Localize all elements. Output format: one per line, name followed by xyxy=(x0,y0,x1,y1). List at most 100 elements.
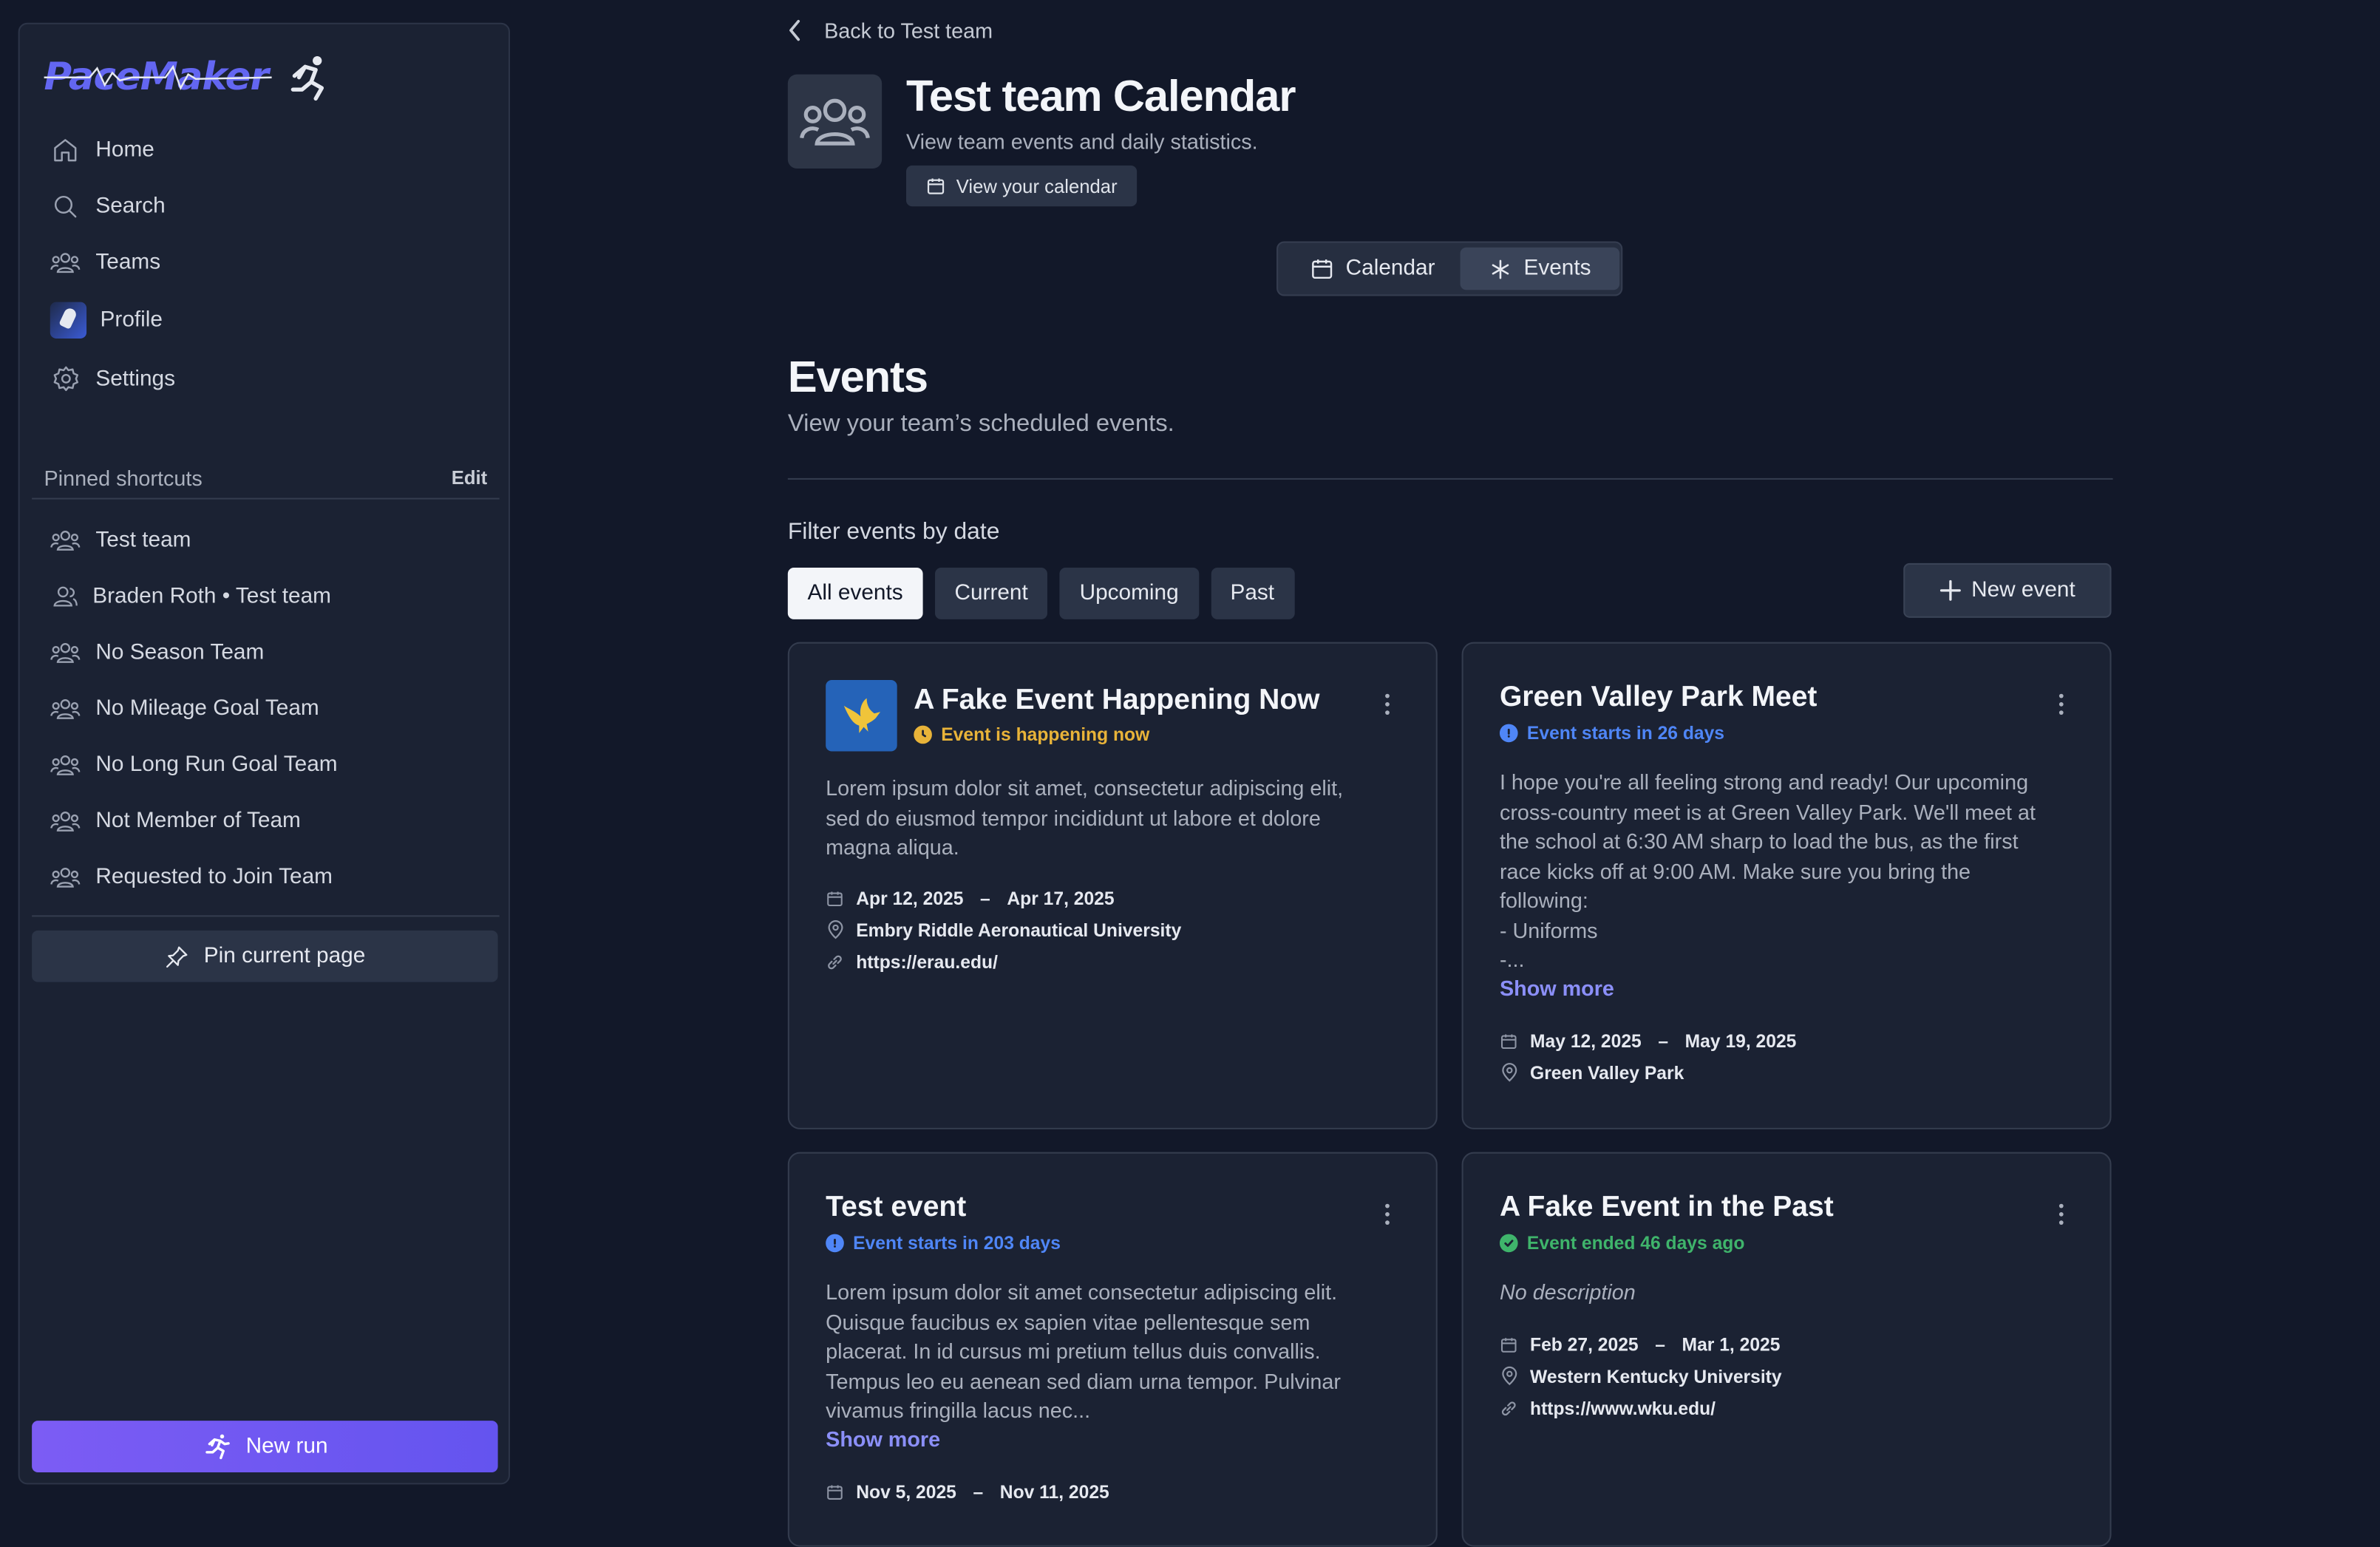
event-end-date: May 19, 2025 xyxy=(1684,1030,1797,1052)
event-card[interactable]: A Fake Event in the Past Event ended 46 … xyxy=(1461,1152,2112,1547)
heartbeat-runner-icon xyxy=(44,55,324,101)
search-icon xyxy=(50,191,81,221)
edit-shortcuts-button[interactable]: Edit xyxy=(452,468,487,489)
new-event-button[interactable]: New event xyxy=(1903,562,2112,618)
gear-icon xyxy=(50,364,81,394)
nav-home[interactable]: Home xyxy=(32,121,496,177)
event-start-date: Apr 12, 2025 xyxy=(856,887,964,909)
clock-icon xyxy=(914,725,932,744)
event-url[interactable]: https://erau.edu/ xyxy=(856,951,998,973)
calendar-icon xyxy=(926,176,946,196)
chevron-left-icon xyxy=(788,19,803,41)
pin-current-page-button[interactable]: Pin current page xyxy=(32,930,498,982)
nav-search[interactable]: Search xyxy=(32,177,496,234)
shortcut-item[interactable]: No Mileage Goal Team xyxy=(32,680,496,736)
filter-all-events[interactable]: All events xyxy=(787,568,923,619)
nav-profile[interactable]: Profile xyxy=(32,290,496,350)
view-your-calendar-button[interactable]: View your calendar xyxy=(905,165,1138,207)
event-status-text: Event is happening now xyxy=(941,724,1150,746)
shortcut-item[interactable]: No Season Team xyxy=(32,624,496,680)
event-title[interactable]: A Fake Event in the Past xyxy=(1500,1191,1834,1225)
event-card[interactable]: A Fake Event Happening Now Event is happ… xyxy=(787,642,1438,1129)
location-pin-icon xyxy=(1500,1366,1520,1386)
info-icon xyxy=(1499,724,1518,743)
calendar-icon xyxy=(1500,1335,1520,1353)
shortcut-item[interactable]: Not Member of Team xyxy=(32,792,496,849)
filter-current[interactable]: Current xyxy=(934,568,1048,619)
users-icon xyxy=(50,693,81,723)
event-status-text: Event ended 46 days ago xyxy=(1526,1232,1745,1254)
shortcut-item[interactable]: Test team xyxy=(32,511,496,568)
filter-label: Filter events by date xyxy=(787,519,1000,545)
shortcut-item[interactable]: No Long Run Goal Team xyxy=(32,736,496,792)
calendar-icon xyxy=(1500,1031,1520,1050)
date-separator: – xyxy=(973,1480,984,1503)
event-start-date: Nov 5, 2025 xyxy=(856,1480,956,1503)
shortcut-item[interactable]: Braden Roth • Test team xyxy=(32,568,496,624)
nav-search-label: Search xyxy=(95,193,166,218)
nav-settings-label: Settings xyxy=(95,366,175,391)
show-more-link[interactable]: Show more xyxy=(826,1427,940,1451)
back-link-label: Back to Test team xyxy=(824,18,993,43)
event-meta: Feb 27, 2025– Mar 1, 2025 Western Kentuck… xyxy=(1500,1328,1782,1424)
event-url[interactable]: https://www.wku.edu/ xyxy=(1530,1397,1716,1418)
date-filter-group: All events Current Upcoming Past xyxy=(787,568,1294,619)
event-title[interactable]: A Fake Event Happening Now xyxy=(914,684,1319,718)
view-toggle: Calendar Events xyxy=(1276,241,1623,296)
event-logo xyxy=(826,680,897,752)
new-run-label: New run xyxy=(245,1434,328,1459)
event-card[interactable]: Test event Event starts in 203 days Lore… xyxy=(787,1152,1438,1547)
pin-icon xyxy=(164,943,190,969)
page-subtitle: View team events and daily statistics. xyxy=(905,129,1258,154)
event-location: Green Valley Park xyxy=(1500,1056,1796,1088)
date-separator: – xyxy=(1655,1333,1665,1355)
show-more-link[interactable]: Show more xyxy=(1500,976,1614,1000)
pinned-shortcuts-list: Test team Braden Roth • Test team No Sea… xyxy=(32,511,496,905)
nav-settings[interactable]: Settings xyxy=(32,350,496,407)
users-icon xyxy=(50,861,81,891)
filter-upcoming[interactable]: Upcoming xyxy=(1059,568,1199,619)
event-card[interactable]: Green Valley Park Meet Event starts in 2… xyxy=(1461,642,2112,1129)
event-start-date: Feb 27, 2025 xyxy=(1530,1333,1639,1355)
back-link[interactable]: Back to Test team xyxy=(788,18,993,43)
more-options-icon[interactable] xyxy=(1384,692,1390,716)
event-dates: Nov 5, 2025– Nov 11, 2025 xyxy=(826,1475,1109,1507)
pinned-shortcuts-header: Pinned shortcuts Edit xyxy=(44,458,488,497)
event-description: I hope you're all feeling strong and rea… xyxy=(1499,769,2036,972)
page: PaceMaker Home Search Teams Profile Sett… xyxy=(0,0,2380,1547)
event-link[interactable]: https://erau.edu/ xyxy=(826,945,1181,977)
tab-events[interactable]: Events xyxy=(1460,247,1620,290)
more-options-icon[interactable] xyxy=(2058,692,2064,716)
more-options-icon[interactable] xyxy=(1384,1202,1390,1226)
filter-past[interactable]: Past xyxy=(1210,568,1294,619)
calendar-icon xyxy=(1309,256,1333,281)
event-title[interactable]: Green Valley Park Meet xyxy=(1500,681,1817,715)
new-run-button[interactable]: New run xyxy=(32,1421,498,1472)
event-status: Event starts in 26 days xyxy=(1499,723,1724,744)
event-status-text: Event starts in 203 days xyxy=(853,1232,1061,1254)
nav-home-label: Home xyxy=(95,137,154,162)
event-location-text: Green Valley Park xyxy=(1530,1061,1684,1084)
nav-teams-label: Teams xyxy=(95,249,161,274)
event-meta: Apr 12, 2025– Apr 17, 2025 Embry Riddle A… xyxy=(826,882,1181,977)
event-link[interactable]: https://www.wku.edu/ xyxy=(1500,1392,1782,1424)
event-meta: May 12, 2025– May 19, 2025 Green Valley P… xyxy=(1500,1024,1796,1088)
more-options-icon[interactable] xyxy=(2058,1202,2064,1226)
check-circle-icon xyxy=(1499,1234,1518,1253)
users-icon xyxy=(50,636,81,667)
shortcut-label: Not Member of Team xyxy=(95,808,301,833)
eagle-icon xyxy=(843,697,880,732)
event-title[interactable]: Test event xyxy=(826,1191,966,1225)
pacemaker-logo[interactable]: PaceMaker xyxy=(44,52,333,103)
events-subheading: View your team’s scheduled events. xyxy=(787,411,1174,438)
event-description: Lorem ipsum dolor sit amet, consectetur … xyxy=(826,775,1344,860)
shortcut-item[interactable]: Requested to Join Team xyxy=(32,849,496,905)
calendar-icon xyxy=(826,888,846,907)
nav-teams[interactable]: Teams xyxy=(32,234,496,290)
tab-calendar[interactable]: Calendar xyxy=(1287,248,1457,290)
avatar xyxy=(50,302,87,339)
plus-icon xyxy=(1939,579,1961,601)
page-title: Test team Calendar xyxy=(905,72,1296,122)
shortcut-label: Test team xyxy=(95,527,191,552)
shortcut-label: No Mileage Goal Team xyxy=(95,696,319,721)
